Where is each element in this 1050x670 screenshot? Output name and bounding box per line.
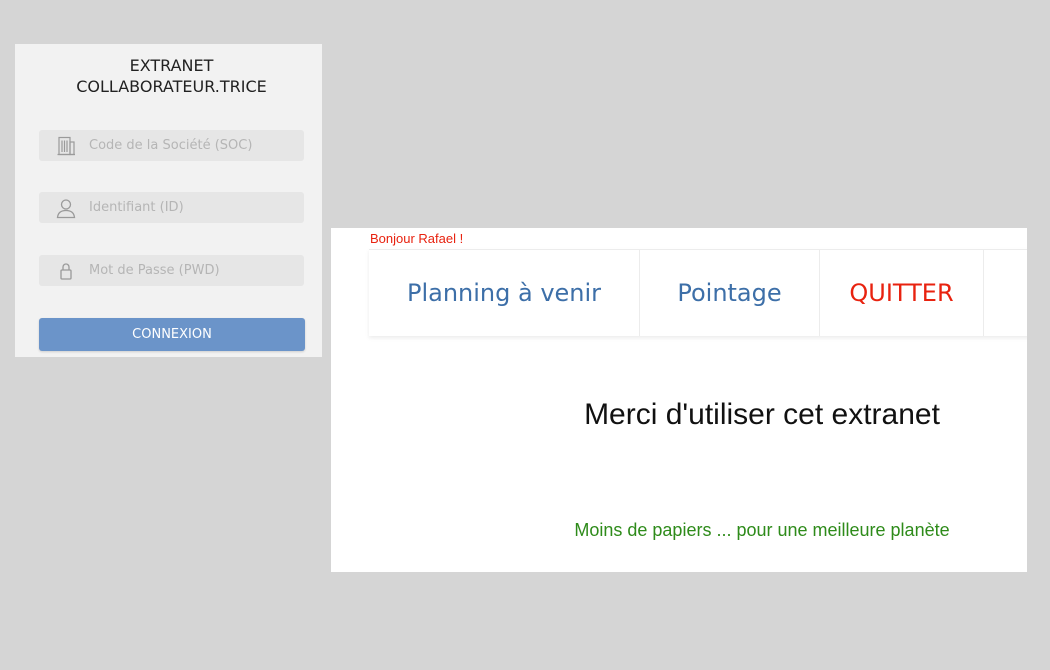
login-panel: EXTRANET COLLABORATEUR.TRICE Code de la … [15,44,322,357]
nav-quitter[interactable]: QUITTER [820,250,984,336]
lock-icon [55,260,77,282]
slogan-text: Moins de papiers ... pour une meilleure … [574,520,950,540]
company-code-input[interactable] [89,130,299,161]
login-title: EXTRANET COLLABORATEUR.TRICE [15,55,328,97]
password-field[interactable] [39,255,304,286]
greeting-text: Bonjour Rafael ! [370,231,464,246]
page-title: Merci d'utiliser cet extranet [584,398,940,431]
connexion-button[interactable]: CONNEXION [39,318,305,351]
company-code-field[interactable] [39,130,304,161]
welcome-panel: Bonjour Rafael ! Planning à venir Pointa… [331,228,1027,572]
login-title-line2: COLLABORATEUR.TRICE [76,77,267,96]
user-icon [55,197,77,219]
identifier-input[interactable] [89,192,299,223]
nav-planning[interactable]: Planning à venir [369,250,640,336]
password-input[interactable] [89,255,299,286]
nav-pointage[interactable]: Pointage [640,250,820,336]
identifier-field[interactable] [39,192,304,223]
building-icon [55,135,77,157]
main-nav: Planning à venir Pointage QUITTER [369,249,1027,336]
login-title-line1: EXTRANET [129,56,214,75]
